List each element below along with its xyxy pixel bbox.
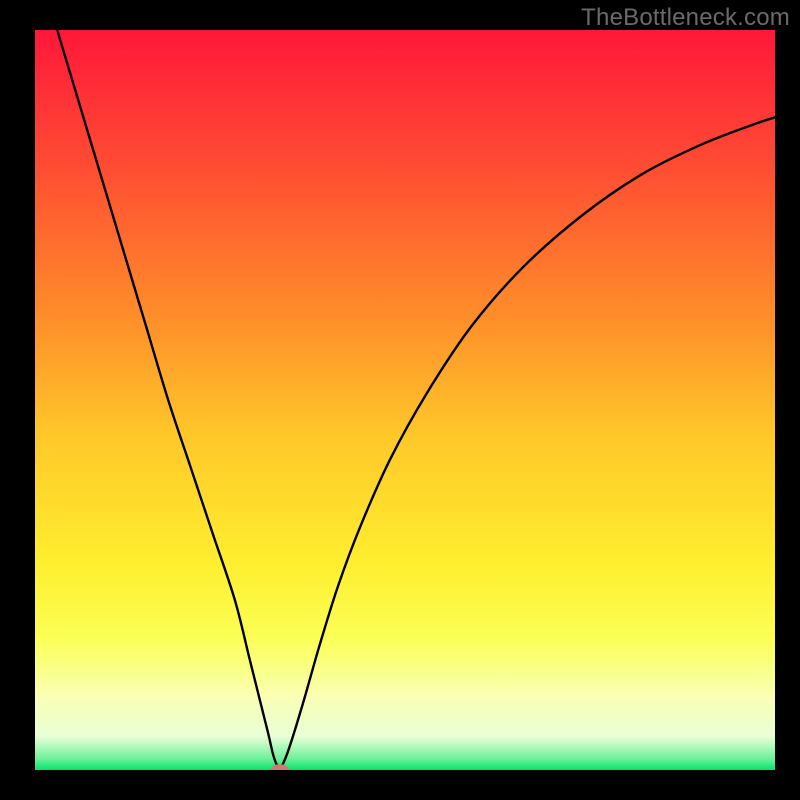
watermark-text: TheBottleneck.com bbox=[581, 4, 790, 32]
chart-frame: TheBottleneck.com bbox=[0, 0, 800, 800]
plot-area bbox=[35, 30, 775, 770]
chart-background bbox=[35, 30, 775, 770]
chart-svg bbox=[35, 30, 775, 770]
